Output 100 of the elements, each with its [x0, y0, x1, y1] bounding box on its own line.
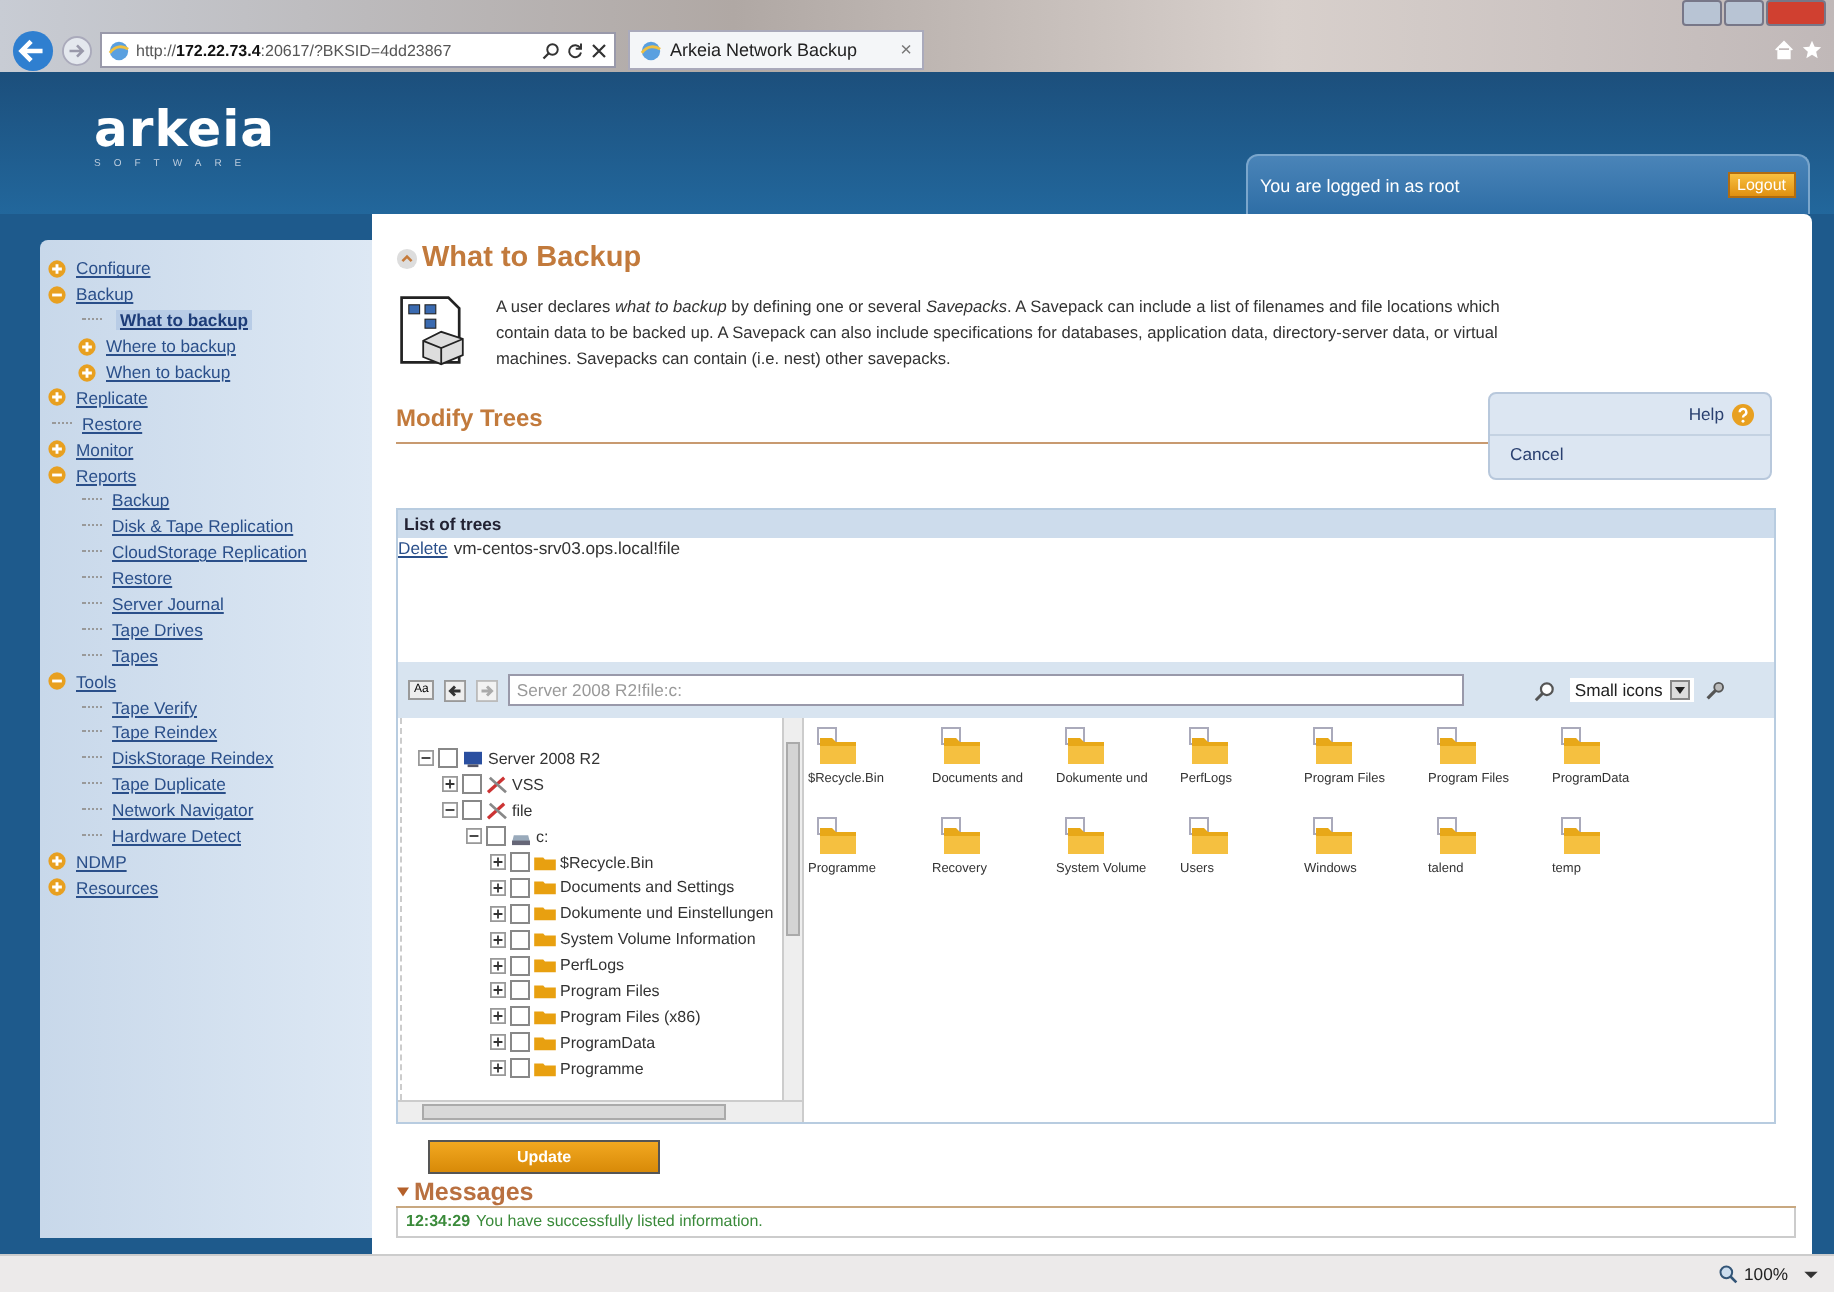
sidebar-link[interactable]: Network Navigator: [108, 800, 258, 821]
forward-arrow-icon[interactable]: [476, 679, 499, 701]
checkbox[interactable]: [510, 903, 530, 924]
folder-icon[interactable]: [940, 816, 984, 856]
zoom-level[interactable]: 100%: [1744, 1264, 1788, 1284]
expand-icon[interactable]: [490, 1008, 506, 1025]
delete-link[interactable]: Delete: [398, 538, 448, 558]
tree-node-label[interactable]: file: [512, 801, 533, 820]
folder-icon[interactable]: [1560, 816, 1604, 856]
star-icon[interactable]: [1802, 40, 1822, 60]
expand-icon[interactable]: [490, 1060, 506, 1077]
tree-node-label[interactable]: $Recycle.Bin: [560, 853, 654, 871]
expand-icon[interactable]: [490, 854, 506, 870]
tree-node-label[interactable]: Program Files: [560, 981, 660, 1000]
sidebar-link[interactable]: Tools: [72, 671, 121, 692]
sidebar-link[interactable]: Hardware Detect: [108, 826, 245, 847]
checkbox[interactable]: [486, 826, 506, 847]
tree-node-label[interactable]: ProgramData: [560, 1033, 656, 1052]
checkbox[interactable]: [510, 1058, 530, 1079]
sidebar-link[interactable]: Tape Reindex: [108, 722, 222, 743]
checkbox[interactable]: [510, 980, 530, 1001]
tree-node-label[interactable]: Programme: [560, 1059, 644, 1078]
home-icon[interactable]: [1774, 40, 1794, 60]
checkbox[interactable]: [510, 955, 530, 976]
expand-icon[interactable]: [442, 776, 458, 793]
tree-node-label[interactable]: Documents and Settings: [560, 878, 735, 897]
checkbox[interactable]: [462, 800, 482, 821]
folder-icon[interactable]: [816, 816, 860, 856]
sidebar-link[interactable]: Monitor: [72, 439, 138, 460]
sidebar-link[interactable]: What to backup: [116, 310, 252, 331]
wrench-icon[interactable]: [1704, 679, 1727, 701]
tree-node-label[interactable]: Server 2008 R2: [488, 749, 601, 768]
checkbox[interactable]: [462, 774, 482, 795]
sidebar-link[interactable]: Tape Verify: [108, 697, 202, 718]
help-icon[interactable]: [1732, 403, 1754, 425]
sidebar-link[interactable]: When to backup: [102, 362, 235, 382]
collapse-icon[interactable]: [466, 828, 482, 845]
sidebar-link[interactable]: Tape Duplicate: [108, 774, 230, 795]
expand-icon[interactable]: [490, 931, 506, 948]
checkbox[interactable]: [510, 1032, 530, 1053]
zoom-icon[interactable]: [1534, 679, 1557, 701]
collapse-icon[interactable]: [396, 1186, 410, 1198]
folder-icon[interactable]: [940, 726, 984, 766]
sidebar-link[interactable]: Server Journal: [108, 594, 228, 615]
checkbox[interactable]: [510, 929, 530, 950]
search-icon[interactable]: [542, 41, 560, 59]
scrollbar[interactable]: [398, 1100, 802, 1122]
close-icon[interactable]: [590, 41, 608, 59]
caret-icon[interactable]: [1804, 1269, 1818, 1279]
folder-icon[interactable]: [1064, 726, 1108, 766]
sidebar-link[interactable]: Replicate: [72, 387, 152, 408]
folder-icon[interactable]: [1312, 726, 1356, 766]
sidebar-link[interactable]: Resources: [72, 877, 163, 898]
checkbox[interactable]: [510, 877, 530, 898]
expand-icon[interactable]: [490, 957, 506, 974]
sidebar-link[interactable]: Backup: [108, 490, 174, 511]
expand-icon[interactable]: [490, 982, 506, 999]
tree-node-label[interactable]: Program Files (x86): [560, 1007, 701, 1026]
expand-icon[interactable]: [490, 905, 506, 922]
refresh-icon[interactable]: [566, 41, 584, 59]
back-icon[interactable]: [12, 29, 54, 71]
sidebar-link[interactable]: NDMP: [72, 851, 131, 872]
folder-icon[interactable]: [1064, 816, 1108, 856]
sidebar-link[interactable]: Restore: [108, 568, 177, 589]
sidebar-link[interactable]: DiskStorage Reindex: [108, 748, 278, 769]
expand-icon[interactable]: [490, 1034, 506, 1051]
tree-node-label[interactable]: Dokumente und Einstellungen: [560, 904, 774, 923]
tree-node-label[interactable]: PerfLogs: [560, 956, 625, 975]
cancel-link[interactable]: Cancel: [1490, 436, 1770, 472]
sidebar-link[interactable]: Disk & Tape Replication: [108, 516, 298, 537]
sidebar-link[interactable]: Restore: [78, 413, 147, 434]
checkbox[interactable]: [510, 852, 530, 872]
folder-icon[interactable]: [1436, 726, 1480, 766]
expand-icon[interactable]: [490, 879, 506, 896]
help-link[interactable]: Help: [1688, 404, 1724, 424]
folder-icon[interactable]: [1312, 816, 1356, 856]
view-select[interactable]: Small icons: [1570, 678, 1695, 702]
folder-icon[interactable]: [1436, 816, 1480, 856]
folder-icon[interactable]: [816, 726, 860, 766]
browser-tab[interactable]: Arkeia Network Backup ×: [628, 30, 924, 70]
sidebar-link[interactable]: CloudStorage Replication: [108, 542, 311, 563]
sidebar-link[interactable]: Tape Drives: [108, 619, 207, 640]
collapse-icon[interactable]: [442, 802, 458, 819]
tab-close-button[interactable]: ×: [900, 39, 912, 61]
sidebar-link[interactable]: Configure: [72, 258, 155, 279]
tree-node-label[interactable]: c:: [536, 827, 549, 846]
scrollbar[interactable]: [782, 718, 802, 1100]
folder-icon[interactable]: [1560, 726, 1604, 766]
sidebar-link[interactable]: Backup: [72, 284, 138, 305]
window-controls[interactable]: [1682, 0, 1826, 26]
tree-node-label[interactable]: System Volume Information: [560, 930, 756, 949]
folder-icon[interactable]: [1188, 726, 1232, 766]
tree-node-label[interactable]: VSS: [512, 775, 545, 794]
sidebar-link[interactable]: Tapes: [108, 645, 162, 666]
checkbox[interactable]: [438, 748, 458, 769]
checkbox[interactable]: [510, 1006, 530, 1027]
back-arrow-icon[interactable]: [444, 679, 467, 701]
collapse-icon[interactable]: [418, 750, 434, 767]
sidebar-link[interactable]: Reports: [72, 465, 141, 486]
sidebar-link[interactable]: Where to backup: [102, 336, 240, 357]
